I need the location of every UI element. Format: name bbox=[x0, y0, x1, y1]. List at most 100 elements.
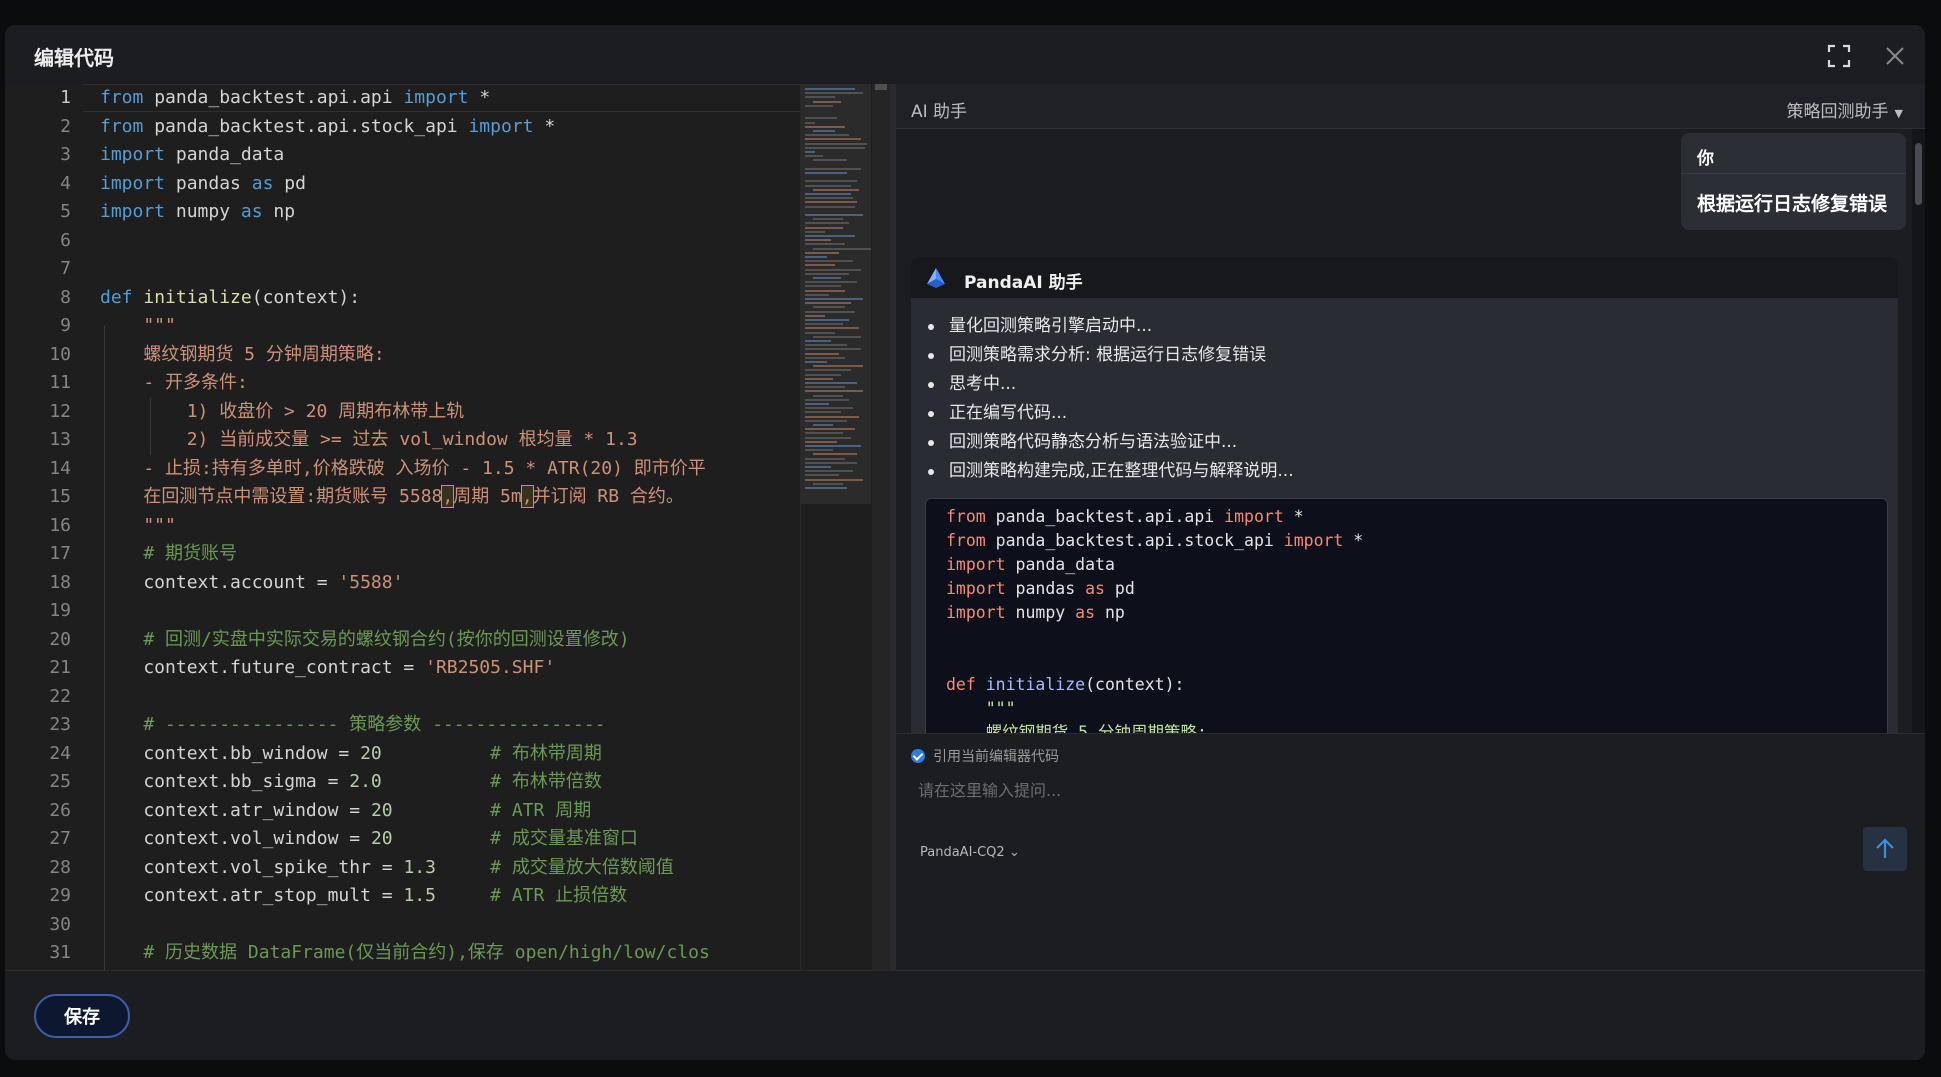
minimap-line bbox=[813, 424, 833, 426]
code-line[interactable]: - 止损:持有多单时,价格跌破 入场价 - 1.5 * ATR(20) 即市价平 bbox=[100, 455, 705, 484]
minimap-line bbox=[805, 172, 847, 174]
minimap[interactable] bbox=[800, 84, 871, 970]
line-number: 9 bbox=[60, 315, 71, 336]
code-line[interactable]: import pandas as pd bbox=[100, 170, 306, 199]
chat-scrollbar-thumb[interactable] bbox=[1915, 143, 1922, 205]
minimap-line bbox=[805, 487, 847, 489]
line-number: 2 bbox=[60, 115, 71, 137]
fullscreen-icon[interactable] bbox=[1826, 43, 1852, 69]
code-line[interactable]: context.vol_window = 20 # 成交量基准窗口 bbox=[100, 825, 638, 854]
minimap-line bbox=[805, 222, 849, 225]
minimap-line bbox=[805, 319, 849, 321]
code-line[interactable]: context.future_contract = 'RB2505.SHF' bbox=[100, 654, 555, 683]
minimap-line bbox=[805, 470, 853, 473]
assistant-code-block[interactable]: from panda_backtest.api.api import * from… bbox=[925, 498, 1888, 733]
minimap-line bbox=[805, 226, 843, 229]
progress-step: 量化回测策略引擎启动中... bbox=[925, 312, 1294, 341]
minimap-line bbox=[805, 407, 853, 410]
minimap-line bbox=[805, 251, 839, 254]
minimap-line bbox=[805, 201, 857, 204]
assistant-message: PandaAI 助手 量化回测策略引擎启动中... 回测策略需求分析: 根据运行日… bbox=[911, 257, 1898, 733]
minimap-line bbox=[805, 184, 851, 187]
assistant-name: PandaAI 助手 bbox=[964, 273, 1083, 293]
minimap-line bbox=[813, 218, 843, 221]
assistant-mode-select[interactable]: 策略回测助手 ▼ bbox=[1787, 97, 1903, 122]
assistant-mode-label: 策略回测助手 bbox=[1786, 102, 1889, 122]
reference-editor-code-toggle[interactable]: 引用当前编辑器代码 bbox=[911, 746, 1059, 766]
model-label: PandaAI-CQ2 bbox=[920, 845, 1005, 860]
minimap-line bbox=[805, 239, 831, 242]
arrow-up-icon bbox=[1876, 838, 1894, 858]
minimap-line bbox=[805, 310, 855, 313]
ai-panel-header: AI 助手 策略回测助手 ▼ bbox=[896, 84, 1925, 129]
code-block-line: 螺纹钢期货 5 分钟周期策略: bbox=[946, 723, 1207, 733]
user-message: 你 根据运行日志修复错误 bbox=[1681, 133, 1906, 230]
reference-label: 引用当前编辑器代码 bbox=[933, 749, 1059, 765]
minimap-line bbox=[805, 142, 867, 145]
code-content[interactable]: from panda_backtest.api.api import * from… bbox=[100, 84, 800, 970]
code-editor[interactable]: 1 2 3 4 5 6 7 8 9 10 11 12 13 14 15 16 17 18 19 20 21 22 23 24 2… bbox=[5, 84, 890, 970]
progress-step: 回测策略代码静态分析与语法验证中... bbox=[925, 428, 1294, 457]
send-button[interactable] bbox=[1863, 827, 1907, 871]
line-number: 4 bbox=[60, 172, 71, 194]
check-circle-icon[interactable] bbox=[911, 749, 925, 763]
chat-scrollbar[interactable] bbox=[1912, 129, 1925, 733]
code-line[interactable]: context.account = '5588' bbox=[100, 569, 403, 598]
code-line[interactable]: 螺纹钢期货 5 分钟周期策略: bbox=[100, 341, 384, 370]
minimap-line bbox=[805, 314, 825, 317]
editor-scrollbar[interactable] bbox=[872, 84, 890, 970]
code-line[interactable]: context.atr_stop_mult = 1.5 # ATR 止损倍数 bbox=[100, 882, 627, 911]
code-line[interactable]: def initialize(context): bbox=[100, 284, 360, 313]
minimap-line bbox=[805, 386, 845, 389]
minimap-line bbox=[805, 230, 825, 233]
line-number: 6 bbox=[60, 229, 71, 251]
close-icon[interactable] bbox=[1882, 43, 1908, 69]
model-select[interactable]: PandaAI-CQ2 ⌄ bbox=[920, 845, 1020, 860]
line-number: 5 bbox=[60, 201, 71, 222]
minimap-line bbox=[805, 180, 857, 183]
minimap-line bbox=[805, 193, 851, 195]
progress-step: 回测策略需求分析: 根据运行日志修复错误 bbox=[925, 341, 1294, 370]
chat-history[interactable]: 你 根据运行日志修复错误 PandaAI 助手 量化回测策略引擎启动中...回 bbox=[896, 129, 1912, 733]
code-line[interactable]: """ bbox=[100, 512, 176, 541]
code-block-line: import numpy as np bbox=[946, 603, 1125, 622]
progress-step: 回测策略构建完成,正在整理代码与解释说明... bbox=[925, 457, 1294, 486]
minimap-line bbox=[805, 96, 835, 99]
code-line[interactable]: context.bb_window = 20 # 布林带周期 bbox=[100, 740, 602, 769]
minimap-line bbox=[805, 432, 843, 435]
code-line[interactable]: # 回测/实盘中实际交易的螺纹钢合约(按你的回测设置修改) bbox=[100, 626, 629, 655]
editor-scrollbar-thumb[interactable] bbox=[875, 84, 887, 90]
prompt-input[interactable] bbox=[916, 774, 1860, 806]
minimap-line bbox=[805, 88, 855, 90]
code-line[interactable]: # 历史数据 DataFrame(仅当前合约),保存 open/high/low… bbox=[100, 939, 709, 968]
minimap-line bbox=[805, 440, 837, 443]
code-line[interactable]: 在回测节点中需设置:期货账号 5588,周期 5m,并订阅 RB 合约。 bbox=[100, 483, 684, 512]
code-line[interactable]: """ bbox=[100, 312, 176, 341]
code-line[interactable]: context.vol_spike_thr = 1.3 # 成交量放大倍数阈值 bbox=[100, 854, 673, 883]
minimap-line bbox=[805, 348, 861, 351]
minimap-line bbox=[805, 419, 847, 422]
code-line[interactable]: context.bb_sigma = 2.0 # 布林带倍数 bbox=[100, 768, 601, 797]
line-number: 7 bbox=[60, 258, 71, 279]
code-line[interactable]: import panda_data bbox=[100, 141, 284, 170]
code-block-line: import panda_data bbox=[946, 555, 1115, 574]
code-block-line: import pandas as pd bbox=[946, 579, 1135, 598]
code-line[interactable]: import numpy as np bbox=[100, 198, 295, 227]
line-number: 10 bbox=[49, 343, 71, 365]
line-number: 11 bbox=[49, 372, 71, 393]
minimap-line bbox=[805, 167, 861, 170]
code-line[interactable]: from panda_backtest.api.stock_api import… bbox=[100, 113, 555, 142]
code-block-line: """ bbox=[946, 699, 1016, 718]
line-number: 1 bbox=[60, 87, 71, 108]
minimap-line bbox=[805, 281, 857, 284]
code-line[interactable]: 2) 当前成交量 >= 过去 vol_window 根均量 * 1.3 bbox=[100, 426, 638, 455]
line-number: 28 bbox=[49, 856, 71, 878]
code-line[interactable]: # 期货账号 bbox=[100, 540, 237, 569]
code-line[interactable]: from panda_backtest.api.api import * bbox=[100, 84, 490, 113]
save-button[interactable]: 保存 bbox=[34, 994, 130, 1038]
code-line[interactable]: # ---------------- 策略参数 ---------------- bbox=[100, 711, 605, 740]
code-line[interactable]: context.atr_window = 20 # ATR 周期 bbox=[100, 797, 591, 826]
minimap-line bbox=[813, 247, 871, 250]
code-line[interactable]: - 开多条件: bbox=[100, 369, 248, 398]
code-line[interactable]: 1) 收盘价 > 20 周期布林带上轨 bbox=[100, 398, 465, 427]
